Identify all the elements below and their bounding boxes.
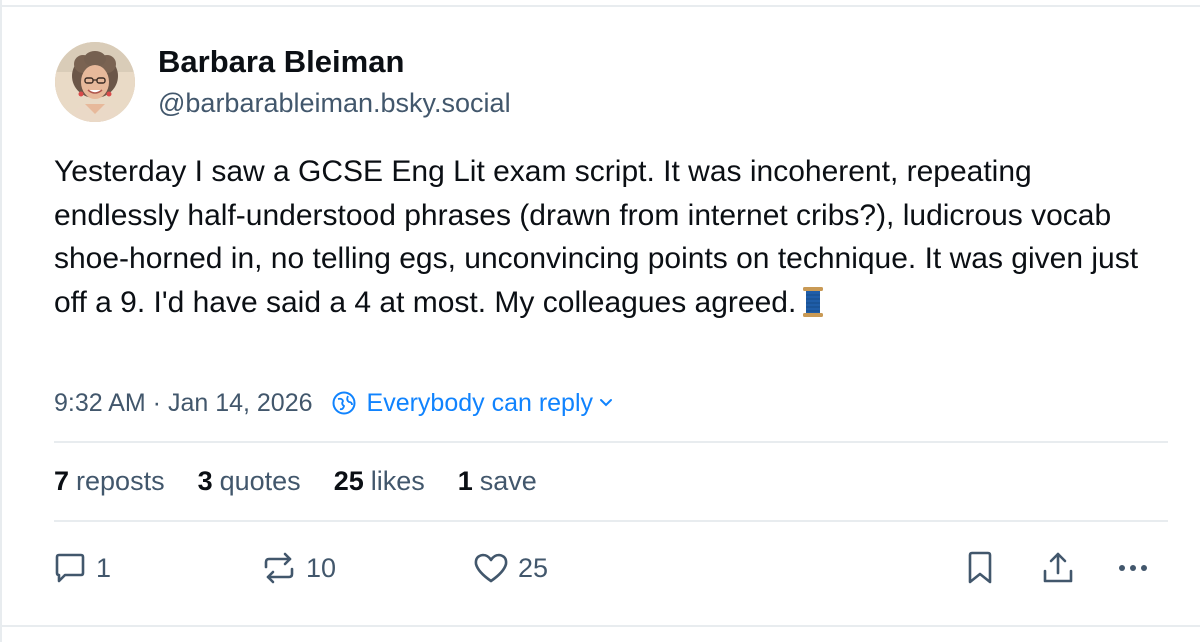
author-handle[interactable]: @barbarableiman.bsky.social bbox=[158, 88, 511, 119]
like-button[interactable]: 25 bbox=[472, 550, 548, 586]
stat-count: 7 bbox=[54, 466, 70, 496]
stat-count: 1 bbox=[457, 466, 473, 496]
reply-count: 1 bbox=[96, 552, 112, 583]
repost-count: 10 bbox=[306, 552, 337, 583]
stat-label: likes bbox=[370, 466, 425, 496]
stat-quotes[interactable]: 3 quotes bbox=[198, 466, 301, 497]
repost-button[interactable]: 10 bbox=[260, 550, 336, 586]
more-options-button[interactable] bbox=[1115, 550, 1151, 586]
reply-icon bbox=[55, 553, 85, 583]
spool-of-thread-icon bbox=[802, 286, 824, 331]
share-button[interactable] bbox=[1040, 550, 1076, 586]
divider bbox=[54, 441, 1168, 443]
divider bbox=[54, 520, 1168, 522]
post-timestamp: 9:32 AM · Jan 14, 2026 bbox=[54, 388, 313, 417]
stat-likes[interactable]: 25 likes bbox=[334, 466, 425, 497]
frame-left-border bbox=[0, 0, 2, 642]
reply-setting-label: Everybody can reply bbox=[366, 388, 594, 417]
stat-count: 3 bbox=[197, 466, 213, 496]
repost-icon bbox=[264, 552, 294, 584]
share-icon bbox=[1043, 552, 1073, 583]
frame-top-border bbox=[0, 5, 1200, 7]
post-text: Yesterday I saw a GCSE Eng Lit exam scri… bbox=[54, 155, 1139, 319]
avatar[interactable] bbox=[55, 42, 135, 122]
stat-label: quotes bbox=[219, 466, 301, 496]
reply-setting-button[interactable]: Everybody can reply bbox=[331, 389, 624, 418]
avatar-photo bbox=[55, 42, 135, 122]
more-icon bbox=[1119, 565, 1147, 571]
stat-label: save bbox=[479, 466, 537, 496]
author-name[interactable]: Barbara Bleiman bbox=[158, 44, 404, 80]
post-meta: 9:32 AM · Jan 14, 2026 Everybody can rep… bbox=[54, 386, 623, 420]
save-button[interactable] bbox=[963, 550, 997, 586]
reply-button[interactable]: 1 bbox=[52, 550, 111, 586]
stat-reposts[interactable]: 7 reposts bbox=[54, 466, 165, 497]
stat-count: 25 bbox=[333, 466, 364, 496]
stat-saves[interactable]: 1 save bbox=[458, 466, 537, 497]
chevron-down-icon bbox=[600, 399, 613, 407]
bookmark-icon bbox=[968, 551, 992, 584]
engagement-stats: 7 reposts 3 quotes 25 likes 1 save bbox=[54, 466, 570, 497]
frame-bottom-border bbox=[0, 625, 1200, 627]
like-count: 25 bbox=[518, 552, 549, 583]
heart-icon bbox=[474, 553, 508, 583]
globe-icon bbox=[332, 391, 356, 415]
post-body: Yesterday I saw a GCSE Eng Lit exam scri… bbox=[54, 150, 1164, 330]
stat-label: reposts bbox=[76, 466, 165, 496]
